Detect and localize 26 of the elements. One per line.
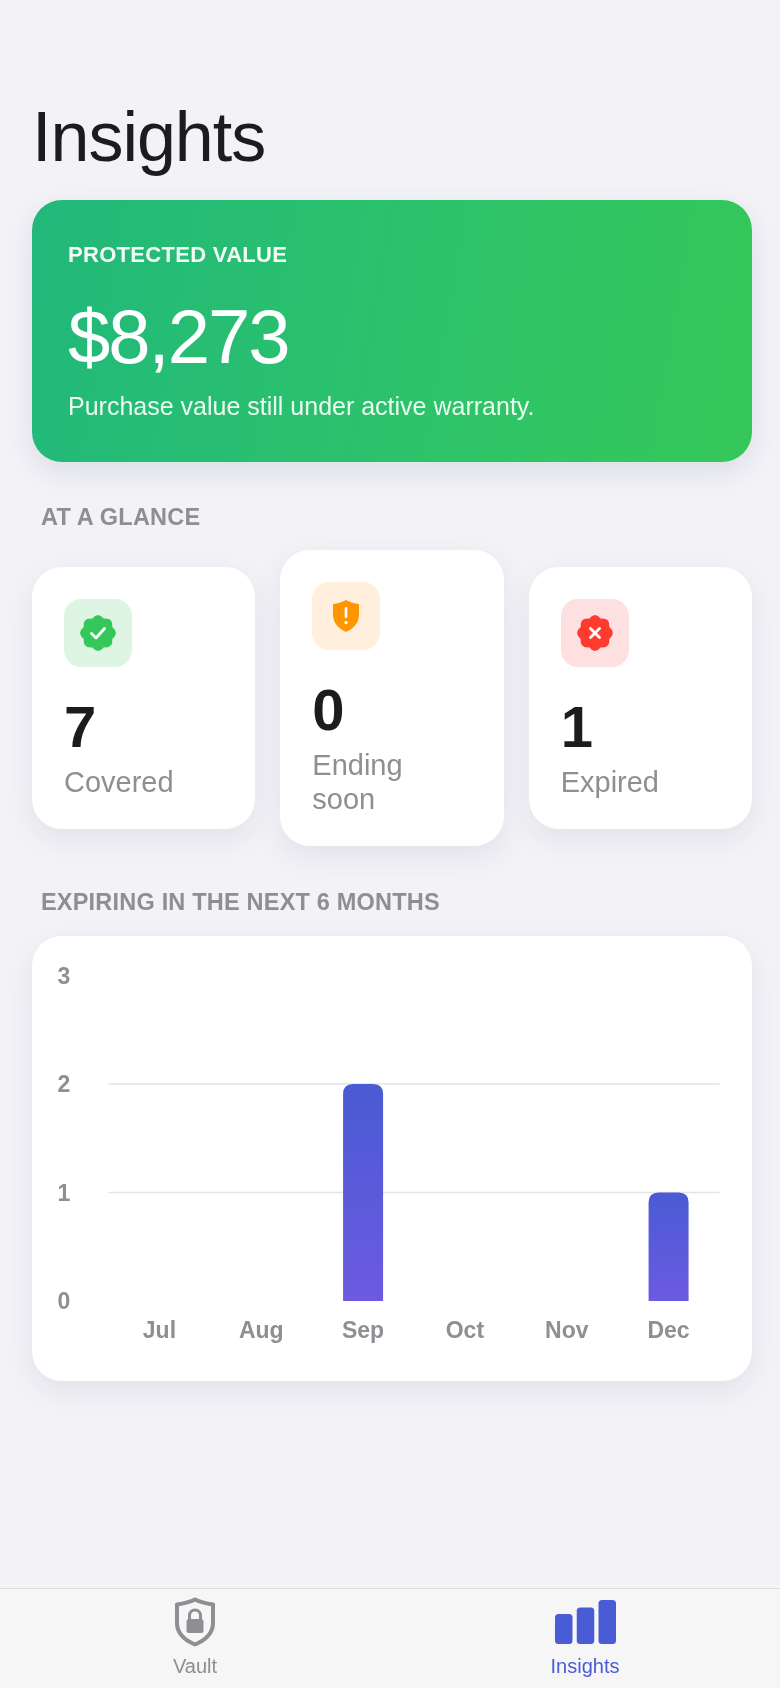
axis-label: 1 [57,1179,71,1206]
bar-chart-icon [554,1600,616,1644]
stat-label: Expired [560,765,659,799]
axis-label: 3 [57,962,71,989]
section-heading: EXPIRING IN THE NEXT 6 MONTHS [40,888,441,916]
month-label: Dec [647,1316,690,1343]
month-label: Nov [545,1316,589,1343]
stat-label: Ending soon [312,748,404,816]
shield-lock-icon [174,1597,216,1647]
tab[interactable]: Insights [390,1589,780,1688]
stat-value: 1 [560,695,593,759]
page-title: Insights [32,97,266,177]
month-label: Jul [142,1316,177,1343]
section-heading: AT A GLANCE [40,503,202,531]
month-label: Sep [342,1316,385,1343]
month-label: Aug [238,1316,284,1343]
stat-value: 0 [312,678,345,742]
value-caption: Purchase value still under active warranty. [68,391,536,421]
axis-label: 2 [57,1071,71,1097]
stat-value: 7 [64,695,97,759]
tab[interactable]: Vault [0,1589,390,1688]
value-label: PROTECTED VALUE [68,242,289,268]
value-amount: $8,273 [68,295,290,379]
axis-label: 0 [57,1288,71,1314]
month-label: Oct [445,1316,485,1343]
stat-label: Covered [64,765,174,799]
